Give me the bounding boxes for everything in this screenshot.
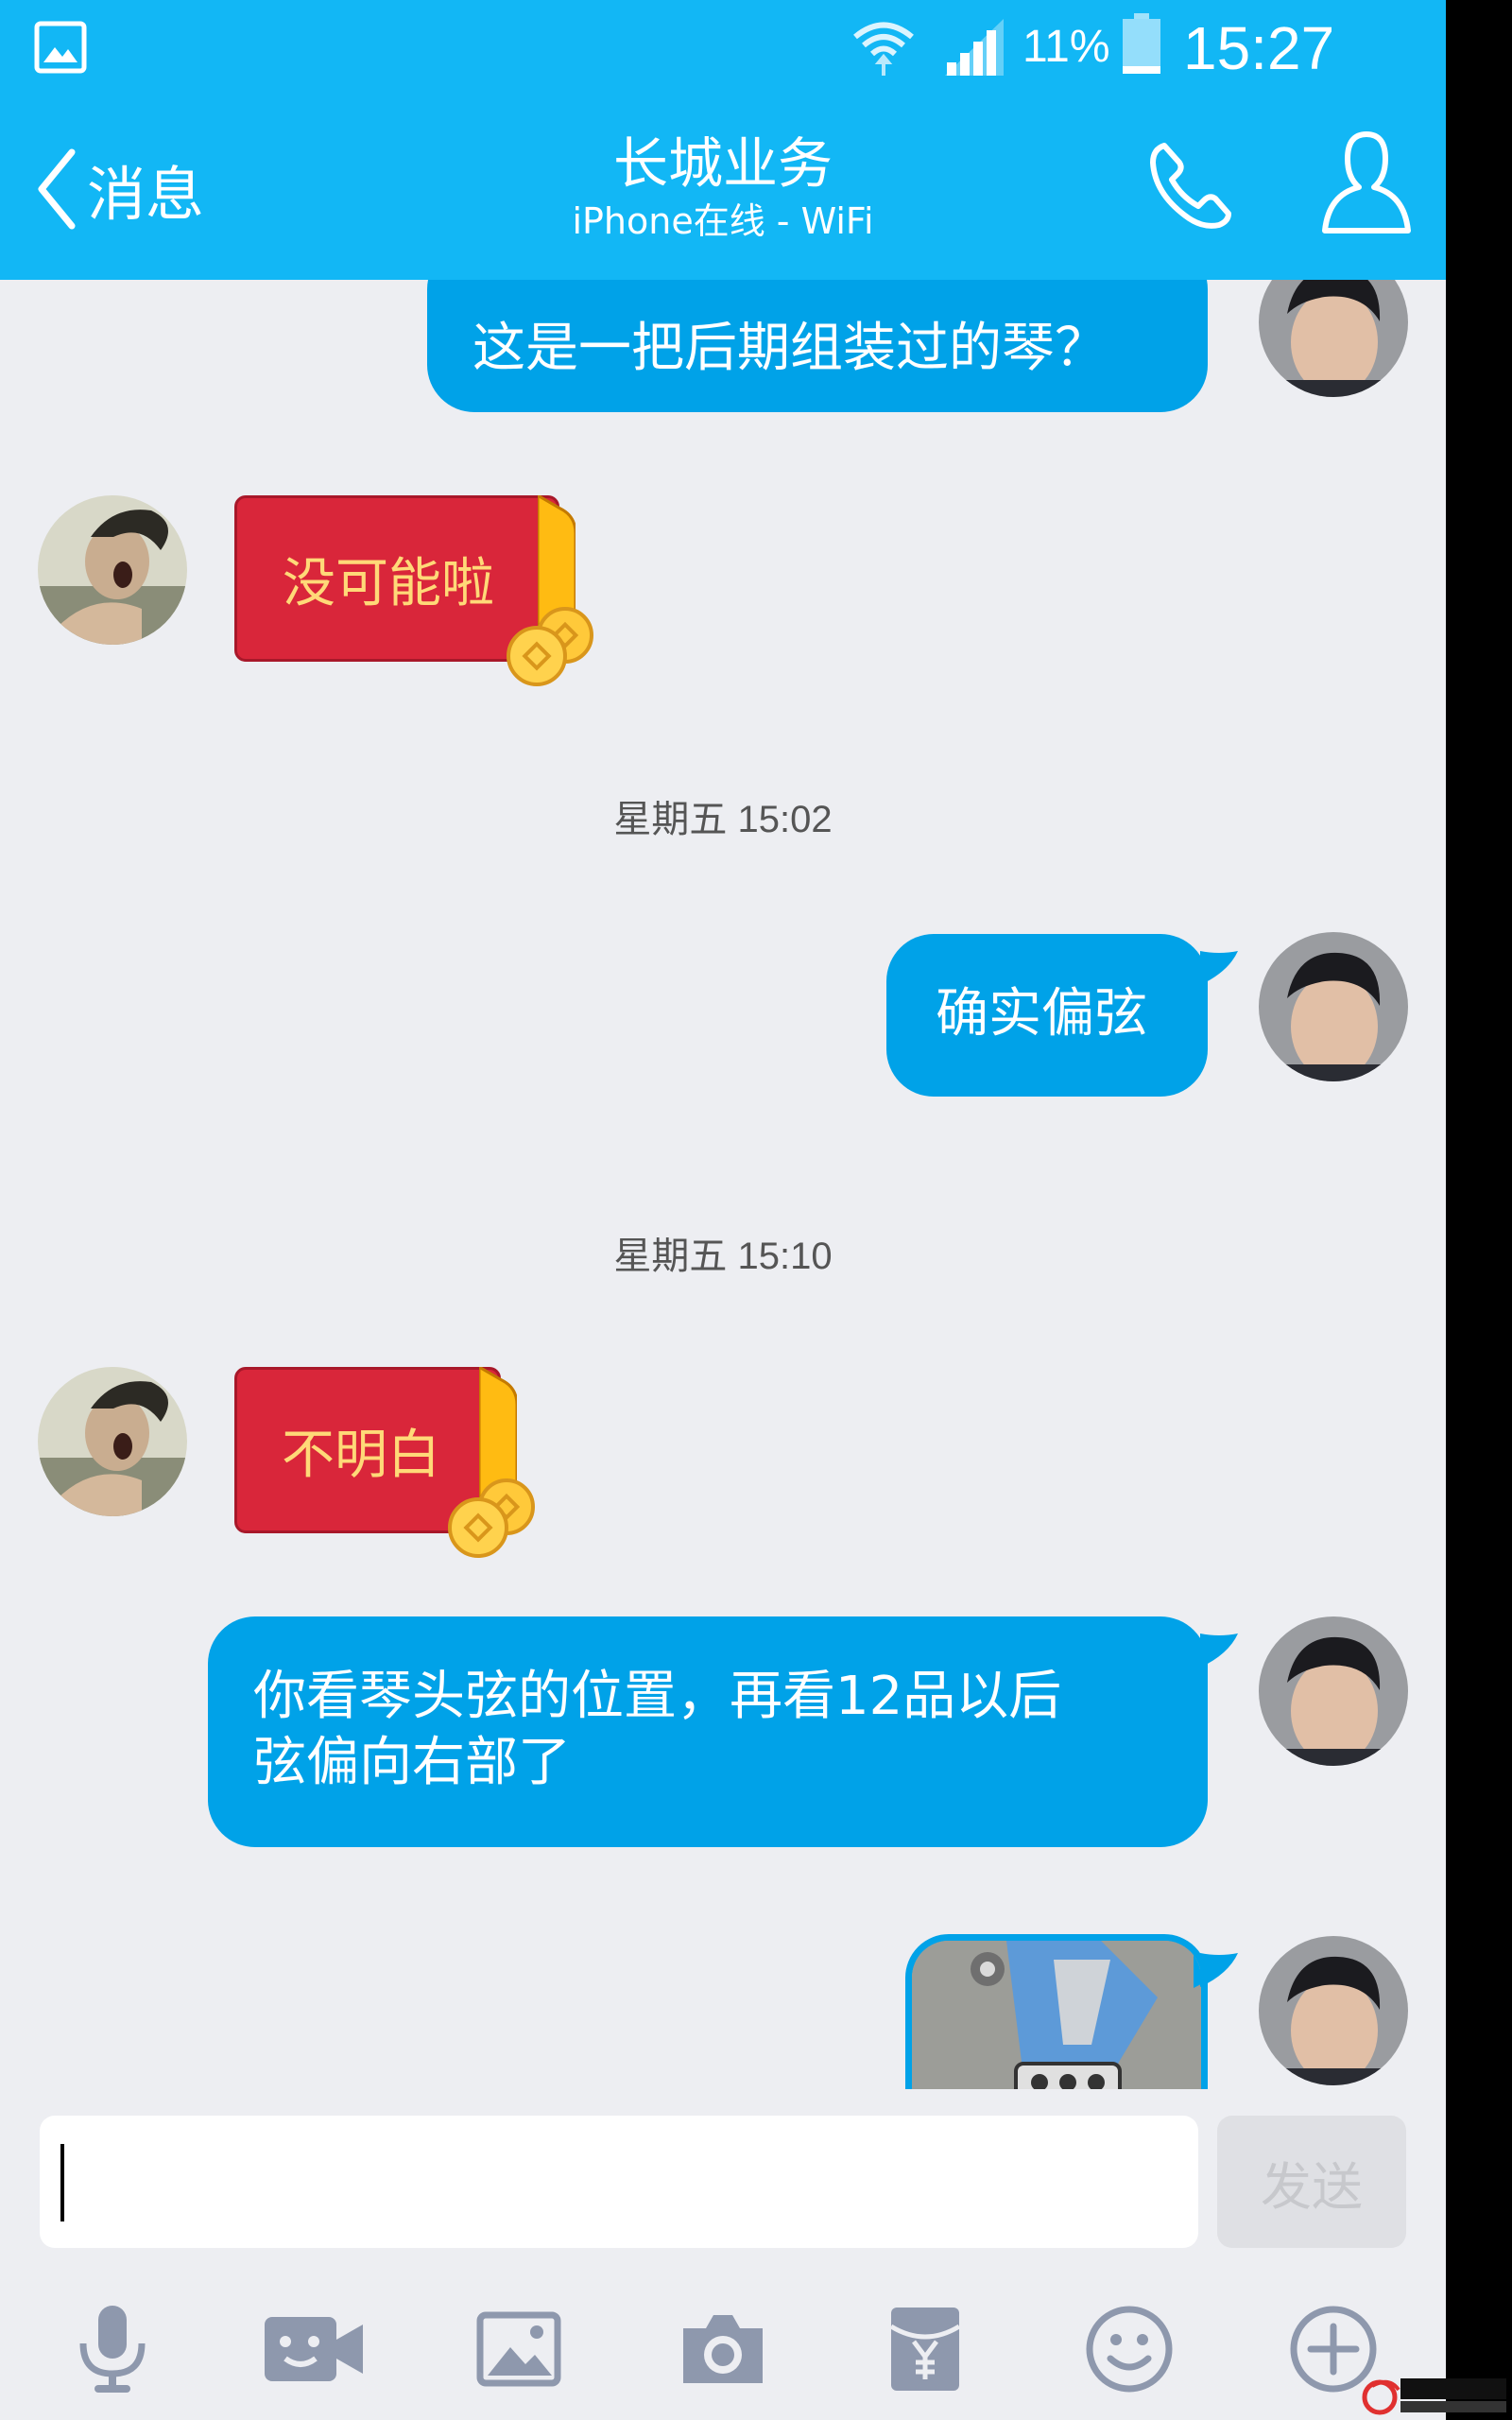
avatar-photo — [38, 1367, 187, 1516]
avatar[interactable] — [1259, 1936, 1408, 2085]
phone-icon[interactable] — [1143, 138, 1238, 233]
avatar[interactable] — [1259, 1616, 1408, 1766]
avatar-photo — [1259, 1616, 1408, 1766]
signal-icon — [945, 19, 1004, 76]
message-text: 确实偏弦 — [936, 983, 1147, 1045]
avatar[interactable] — [38, 1367, 187, 1516]
emoji-icon[interactable] — [1077, 2297, 1181, 2401]
image-message[interactable] — [905, 1934, 1208, 2089]
gallery-notification-icon — [34, 21, 87, 74]
message-text-line: 弦偏向右部了 — [253, 1732, 571, 1793]
message-bubble[interactable]: 你看琴头弦的位置，再看12品以后 弦偏向右部了 — [208, 1616, 1238, 1847]
timestamp: 星期五 15:02 — [613, 799, 833, 840]
message-list[interactable]: 这是一把后期组装过的琴？ 没可能啦 星期五 15:02 确实偏弦 星期五 15:… — [0, 280, 1446, 2089]
message-bubble[interactable]: 确实偏弦 — [886, 934, 1238, 1097]
bubble-tail — [1200, 1634, 1238, 1668]
message-input[interactable] — [40, 2116, 1198, 2248]
image-icon[interactable] — [467, 2297, 571, 2401]
chat-header: 消息 长城业务 iPhone在线 - WiFi — [0, 95, 1446, 280]
battery-icon — [1123, 13, 1160, 74]
bubble-tail — [1200, 1953, 1238, 1987]
avatar-photo — [38, 495, 187, 645]
bubble-tail — [1200, 951, 1238, 985]
avatar[interactable] — [1259, 932, 1408, 1081]
red-packet-text: 没可能啦 — [283, 552, 494, 614]
status-bar: 11% 15:27 — [0, 0, 1446, 95]
profile-icon[interactable] — [1319, 129, 1414, 238]
input-toolbar — [0, 2269, 1446, 2420]
avatar-photo — [1259, 932, 1408, 1081]
avatar-photo — [1259, 280, 1408, 397]
site-watermark-logo — [1362, 2378, 1506, 2415]
message-bubble[interactable]: 这是一把后期组装过的琴？ — [427, 280, 1208, 412]
message-text-line: 你看琴头弦的位置，再看12品以后 — [253, 1666, 1062, 1727]
timestamp: 星期五 15:10 — [613, 1236, 833, 1277]
coins-icon — [507, 607, 593, 686]
avatar[interactable] — [1259, 280, 1408, 397]
camera-icon[interactable] — [671, 2297, 775, 2401]
text-caret — [60, 2144, 64, 2221]
battery-percent: 11% — [1022, 22, 1110, 72]
message-text: 这是一把后期组装过的琴？ — [472, 318, 1108, 379]
guitar-headstock-photo — [912, 1941, 1201, 2089]
wifi-icon — [853, 22, 914, 76]
status-time: 15:27 — [1183, 14, 1335, 82]
avatar[interactable] — [38, 495, 187, 645]
avatar-photo — [1259, 1936, 1408, 2085]
mic-icon[interactable] — [60, 2297, 164, 2401]
chat-screen: 11% 15:27 消息 长城业务 iPhone在线 - WiFi 这是一把后期… — [0, 0, 1446, 2420]
input-bar: 发送 — [0, 2089, 1446, 2250]
coins-icon — [448, 1478, 535, 1558]
send-button[interactable]: 发送 — [1217, 2116, 1406, 2248]
video-icon[interactable] — [263, 2297, 367, 2401]
red-packet-icon[interactable] — [873, 2297, 977, 2401]
